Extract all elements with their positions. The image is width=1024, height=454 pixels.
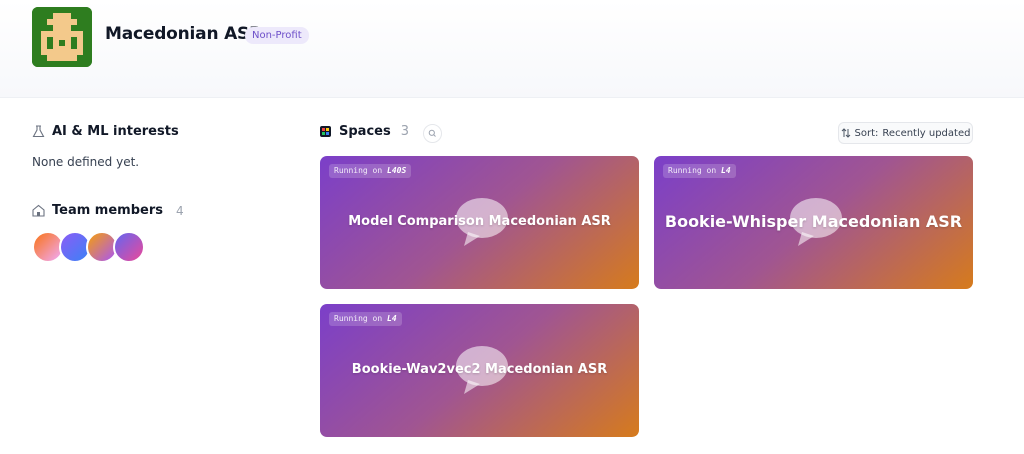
hardware-label: L4 bbox=[387, 314, 397, 323]
space-card[interactable]: Running on L4 Bookie-Whisper Macedonian … bbox=[654, 156, 973, 289]
hardware-label: L40S bbox=[387, 166, 407, 175]
team-icon bbox=[32, 204, 45, 217]
avatar[interactable] bbox=[113, 231, 145, 263]
org-type-badge: Non-Profit bbox=[245, 27, 309, 44]
running-badge: Running on L4 bbox=[329, 312, 402, 326]
spaces-count: 3 bbox=[400, 124, 409, 139]
sort-button[interactable]: Sort: Recently updated bbox=[838, 122, 973, 144]
running-prefix: Running on bbox=[334, 314, 383, 323]
flask-icon bbox=[32, 125, 45, 138]
spaces-title: Spaces bbox=[339, 124, 391, 139]
search-icon bbox=[428, 129, 436, 137]
space-title: Bookie-Whisper Macedonian ASR bbox=[664, 212, 963, 231]
spaces-heading: Spaces 3 bbox=[320, 124, 409, 139]
interests-heading: AI & ML interests bbox=[32, 124, 179, 139]
space-title: Bookie-Wav2vec2 Macedonian ASR bbox=[351, 362, 608, 377]
org-avatar[interactable] bbox=[32, 7, 92, 67]
org-header: Macedonian ASR Non-Profit bbox=[0, 0, 1024, 98]
sort-arrows-icon bbox=[841, 128, 850, 138]
space-title: Model Comparison Macedonian ASR bbox=[348, 214, 611, 229]
running-prefix: Running on bbox=[334, 166, 383, 175]
running-badge: Running on L40S bbox=[329, 164, 412, 178]
interests-text: None defined yet. bbox=[32, 155, 140, 169]
team-count: 4 bbox=[175, 203, 184, 218]
pixel-art-logo-icon bbox=[32, 7, 92, 67]
running-prefix: Running on bbox=[668, 166, 717, 175]
team-heading: Team members 4 bbox=[32, 203, 184, 218]
spaces-search-button[interactable] bbox=[423, 124, 442, 143]
running-badge: Running on L4 bbox=[663, 164, 736, 178]
interests-title: AI & ML interests bbox=[52, 124, 179, 139]
space-card[interactable]: Running on L40S Model Comparison Macedon… bbox=[320, 156, 639, 289]
hardware-label: L4 bbox=[721, 166, 731, 175]
spaces-icon bbox=[320, 126, 331, 137]
sort-value: Recently updated bbox=[882, 127, 971, 139]
sort-label: Sort: bbox=[854, 127, 879, 139]
space-card[interactable]: Running on L4 Bookie-Wav2vec2 Macedonian… bbox=[320, 304, 639, 437]
org-name: Macedonian ASR bbox=[105, 24, 262, 44]
team-title: Team members bbox=[52, 203, 163, 218]
